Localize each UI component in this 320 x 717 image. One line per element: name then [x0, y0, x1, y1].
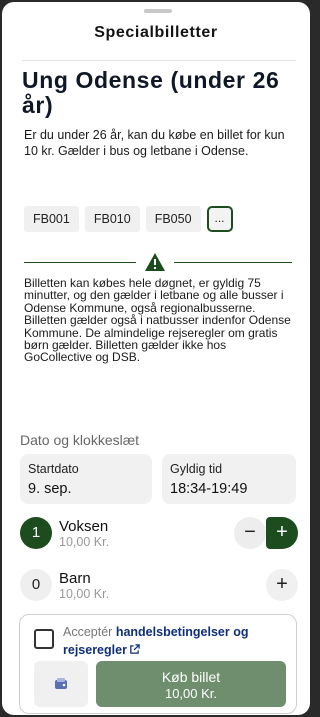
valid-time-card: Gyldig tid 18:34-19:49	[162, 454, 296, 504]
rules-link[interactable]: rejseregler	[63, 643, 127, 657]
start-date-value: 9. sep.	[28, 481, 72, 497]
passenger-row-child: 0 Barn 10,00 Kr. +	[20, 568, 298, 602]
child-count-badge: 0	[20, 569, 52, 601]
special-tickets-sheet: Specialbilletter Ung Odense (under 26 år…	[2, 2, 310, 715]
ticket-notice: Billetten kan købes hele døgnet, er gyld…	[24, 276, 291, 365]
sheet-title: Specialbilletter	[94, 24, 218, 41]
title-divider	[22, 60, 296, 61]
ticket-title: Ung Odense (under 26 år)	[22, 67, 280, 118]
child-label: Barn	[59, 570, 91, 587]
child-increase-button[interactable]: +	[266, 569, 298, 601]
accept-terms-checkbox[interactable]	[34, 629, 54, 649]
adult-label: Voksen	[59, 518, 109, 535]
buy-ticket-button[interactable]: Køb billet 10,00 Kr.	[96, 661, 286, 707]
valid-time-label: Gyldig tid	[170, 462, 223, 476]
zone-codes: FB001 FB010 FB050 ...	[24, 206, 233, 232]
divider-line	[174, 262, 292, 263]
start-date-label: Startdato	[28, 462, 79, 476]
adult-count-badge: 1	[20, 517, 52, 549]
external-link-icon	[130, 644, 140, 654]
accept-terms-text: Acceptér handelsbetingelser og rejseregl…	[63, 623, 293, 659]
accept-prefix: Acceptér	[63, 625, 113, 639]
adult-decrease-button[interactable]: −	[234, 517, 266, 549]
valid-time-value: 18:34-19:49	[170, 481, 248, 497]
sheet-grabber[interactable]	[144, 9, 172, 13]
adult-increase-button[interactable]: +	[266, 517, 298, 549]
wallet-button[interactable]	[34, 661, 88, 707]
wallet-icon	[55, 678, 67, 689]
ticket-description: Er du under 26 år, kan du købe en billet…	[24, 128, 285, 158]
checkout-footer: Acceptér handelsbetingelser og rejseregl…	[19, 614, 297, 714]
adult-price: 10,00 Kr.	[59, 535, 110, 549]
start-date-card[interactable]: Startdato 9. sep.	[20, 454, 152, 504]
buy-ticket-label: Køb billet	[161, 669, 221, 685]
buy-ticket-price: 10,00 Kr.	[164, 686, 218, 701]
warning-divider	[24, 252, 292, 272]
divider-line	[24, 262, 136, 263]
passenger-row-adult: 1 Voksen 10,00 Kr. − +	[20, 516, 298, 550]
child-price: 10,00 Kr.	[59, 587, 110, 601]
zone-chip[interactable]: FB010	[84, 206, 140, 232]
terms-link[interactable]: handelsbetingelser og	[116, 625, 249, 639]
zone-chip[interactable]: FB001	[24, 206, 79, 232]
warning-triangle-icon	[145, 253, 165, 271]
datetime-section-label: Dato og klokkeslæt	[20, 432, 140, 448]
more-zones-button[interactable]: ...	[206, 206, 233, 232]
zone-chip[interactable]: FB050	[145, 206, 201, 232]
